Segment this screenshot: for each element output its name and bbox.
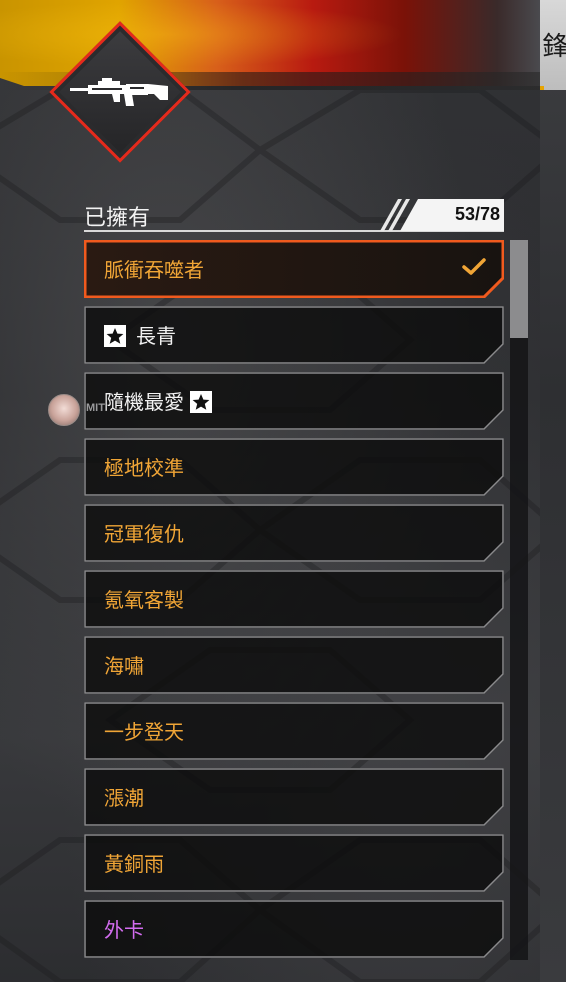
skin-item-label: 長青 (104, 320, 176, 349)
skin-item-label: 隨機最愛 (104, 386, 213, 415)
skin-item[interactable]: 氪氧客製 (84, 570, 504, 628)
scrollbar-track[interactable] (510, 240, 528, 960)
skin-item-name: 海嘯 (104, 654, 144, 678)
skin-item-label: 海嘯 (104, 650, 144, 679)
skin-item-name: 極地校準 (104, 456, 184, 480)
star-badge-icon (190, 390, 213, 413)
skin-item-label: 一步登天 (104, 716, 184, 745)
skin-item-label: 漲潮 (104, 782, 144, 811)
skin-item[interactable]: 冠軍復仇 (84, 504, 504, 562)
skin-item-name: 外卡 (104, 918, 144, 942)
skin-item-name: 長青 (136, 324, 176, 348)
right-panel-edge (540, 0, 566, 982)
skin-list: 脈衝吞噬者 長青隨機最愛 極地校準冠軍復仇氪氧客製海嘯一步登天漲潮黃銅雨外卡 (84, 240, 504, 960)
skin-item[interactable]: 長青 (84, 306, 504, 364)
right-panel-title-fragment: 鋒 (542, 32, 566, 62)
accent-dot (540, 86, 544, 90)
skin-item[interactable]: 黃銅雨 (84, 834, 504, 892)
scrollbar-thumb[interactable] (510, 240, 528, 338)
assault-rifle-icon (70, 78, 168, 106)
skin-item-name: 漲潮 (104, 786, 144, 810)
owned-count-badge: 53/78 (378, 199, 504, 231)
skin-item-label: 外卡 (104, 914, 144, 943)
skin-item[interactable]: 極地校準 (84, 438, 504, 496)
star-badge-icon (104, 324, 126, 347)
checkmark-icon (462, 258, 486, 275)
weapon-emblem (49, 21, 191, 163)
skin-item[interactable]: 漲潮 (84, 768, 504, 826)
skin-item-name: 氪氧客製 (104, 588, 184, 612)
skin-item-name: 黃銅雨 (104, 852, 164, 876)
skin-item-name: 冠軍復仇 (104, 522, 184, 546)
skin-item-name: 隨機最愛 (104, 390, 184, 414)
skin-item-name: 一步登天 (104, 720, 184, 744)
owned-count: 53/78 (454, 204, 500, 224)
skin-item[interactable]: 外卡 (84, 900, 504, 958)
skin-item-label: 脈衝吞噬者 (104, 254, 204, 283)
skin-item[interactable]: 海嘯 (84, 636, 504, 694)
skin-item-label: 極地校準 (104, 452, 184, 481)
skin-item[interactable]: 隨機最愛 (84, 372, 504, 430)
player-name: MIT (86, 402, 105, 414)
skin-item-label: 冠軍復仇 (104, 518, 184, 547)
player-avatar (48, 394, 80, 426)
skin-item[interactable]: 一步登天 (84, 702, 504, 760)
owned-section-title: 已擁有 (84, 206, 151, 231)
skin-item-name: 脈衝吞噬者 (104, 258, 204, 282)
skin-item-selected[interactable]: 脈衝吞噬者 (84, 240, 504, 298)
skin-item-label: 黃銅雨 (104, 848, 164, 877)
skin-item-label: 氪氧客製 (104, 584, 184, 613)
